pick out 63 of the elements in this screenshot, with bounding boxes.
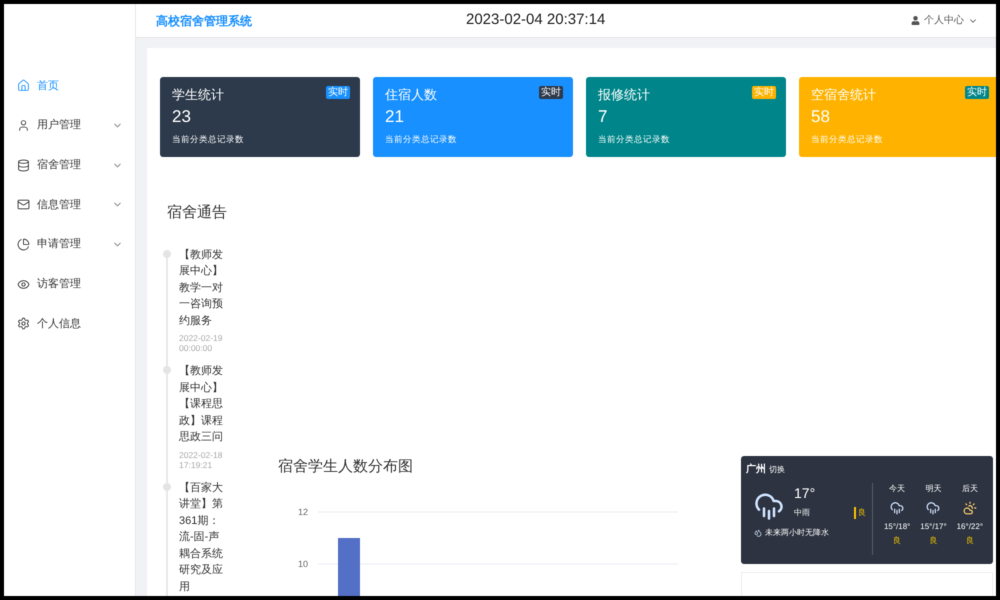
card-caption: 当前分类总记录数	[172, 133, 245, 146]
rain-cloud-icon	[754, 491, 784, 521]
bar	[338, 538, 360, 596]
realtime-badge: 实时	[965, 86, 989, 99]
realtime-badge: 实时	[539, 86, 563, 99]
user-menu-button[interactable]: 个人中心	[911, 13, 978, 28]
notice-text: 【教师发展中心】教学一对一咨询预约服务	[179, 248, 224, 328]
database-icon	[17, 158, 30, 172]
card-title: 报修统计	[598, 87, 650, 103]
pie-chart-icon	[17, 238, 30, 252]
forecast-range: 16°/22°	[956, 521, 984, 533]
card-value: 58	[811, 106, 831, 128]
user-icon	[911, 16, 920, 25]
home-icon	[17, 79, 30, 92]
card-value: 23	[172, 106, 192, 128]
card-title: 住宿人数	[385, 87, 437, 103]
forecast-day: 后天	[962, 483, 978, 495]
weather-condition: 中雨	[794, 507, 810, 519]
settings-icon	[17, 317, 30, 330]
city-switch-link[interactable]: 切换	[769, 464, 785, 476]
eye-icon	[17, 278, 30, 291]
card-value: 7	[598, 106, 608, 128]
current-temperature: 17°	[794, 484, 816, 503]
notice-time: 2022-02-19 00:00:00	[179, 333, 224, 353]
chart-title: 宿舍学生人数分布图	[278, 456, 414, 476]
forecast-air-quality: 良	[893, 535, 902, 547]
droplet-icon	[754, 529, 762, 537]
sun-cloud-icon	[962, 501, 977, 515]
forecast-range: 15°/18°	[884, 521, 910, 533]
forecast-note: 未来两小时无降水	[765, 527, 829, 539]
rain-cloud-icon	[890, 501, 904, 515]
weather-city: 广州	[746, 462, 766, 477]
sidebar-item[interactable]: 访客管理	[4, 264, 135, 304]
forecast-day: 明天	[925, 483, 942, 495]
sidebar-item[interactable]: 宿舍管理	[4, 145, 135, 186]
air-quality: 良	[854, 507, 866, 519]
notice-text: 【教师发展中心】【课程思政】课程思政三问	[179, 364, 224, 445]
sidebar-item[interactable]: 用户管理	[4, 106, 135, 146]
sidebar-item[interactable]: 信息管理	[4, 185, 135, 225]
rain-cloud-icon	[926, 501, 940, 515]
axis-tick-label: 12	[298, 507, 308, 517]
forecast-day: 今天	[889, 483, 906, 495]
realtime-badge: 实时	[752, 86, 776, 99]
forecast-air-quality: 良	[929, 535, 938, 547]
notice-time: 2022-02-18 17:19:21	[179, 450, 224, 470]
sidebar-item[interactable]: 个人信息	[4, 304, 135, 344]
card-caption: 当前分类总记录数	[385, 133, 458, 146]
card-caption: 当前分类总记录数	[598, 133, 671, 146]
forecast-air-quality: 良	[966, 535, 974, 547]
system-title: 高校宿舍管理系统	[156, 12, 253, 30]
sidebar-item[interactable]: 申请管理	[4, 224, 135, 264]
realtime-badge: 实时	[326, 86, 350, 99]
mail-icon	[17, 198, 30, 212]
user-icon	[17, 119, 30, 132]
card-title: 学生统计	[172, 87, 224, 103]
card-title: 空宿舍统计	[811, 87, 876, 103]
clock: 2023-02-04 20:37:14	[466, 10, 606, 30]
notice-text: 【百家大讲堂】第361期：流-固-声耦合系统研究及应用	[179, 480, 224, 594]
card-value: 21	[385, 106, 405, 128]
notice-title: 宿舍通告	[167, 203, 228, 223]
axis-tick-label: 10	[298, 559, 308, 569]
forecast-range: 15°/17°	[920, 521, 947, 533]
card-caption: 当前分类总记录数	[811, 133, 884, 146]
